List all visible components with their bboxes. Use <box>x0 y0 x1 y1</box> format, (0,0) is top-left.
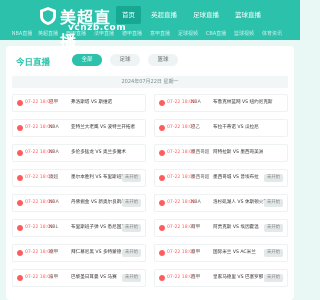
match-teams: 巴黎圣日耳曼 VS 马赛 <box>71 275 117 280</box>
match-league: 澳超 <box>49 175 59 180</box>
subnav-item[interactable]: 体育资讯 <box>258 28 286 40</box>
match-league: NBA <box>49 150 59 155</box>
match-teams: 弗洛斯塔 VS 斯维诺 <box>71 100 113 105</box>
match-league: 荷甲 <box>191 225 201 230</box>
match-teams: 洛杉矶湖人 VS 休斯顿火箭 <box>213 200 268 205</box>
match-teams: 拜仁慕尼黑 VS 多特蒙德 <box>71 250 122 255</box>
match-status-badge: 未开始 <box>121 174 141 182</box>
match-status-badge: 未开始 <box>263 174 283 182</box>
match-status-badge: 未开始 <box>121 274 141 282</box>
nav-epl-live[interactable]: 英超直播 <box>145 6 183 24</box>
match-teams: 皇家马德里 VS 巴塞罗那 <box>213 275 264 280</box>
match-teams: 布拉干蒂诺 VS 瓜拉尼 <box>213 125 259 130</box>
sub-nav: NBA直播 英超直播 西甲直播 法甲直播 德甲直播 意甲直播 足球视频 CBA直… <box>0 28 300 40</box>
live-dot-icon <box>17 125 23 131</box>
date-bar: 2024年07月22日 星期一 <box>12 76 288 88</box>
subnav-item[interactable]: 足球视频 <box>174 28 202 40</box>
match-league: 西甲 <box>191 275 201 280</box>
match-item[interactable]: 07-22 18:00 澳超 墨尔本胜利 VS 布里斯班狮吼 未开始 <box>12 169 146 187</box>
match-league: 法甲 <box>49 275 59 280</box>
match-status-badge: 未开始 <box>263 274 283 282</box>
match-status-badge: 未开始 <box>263 249 283 257</box>
match-item[interactable]: 07-22 18:00 NBA 多伦多猛龙 VS 奥兰多魔术 <box>12 144 146 162</box>
match-item[interactable]: 07-22 18:00 墨西哥超 墨西哥城 VS 普埃布拉 未开始 <box>154 169 288 187</box>
live-dot-icon <box>17 250 23 256</box>
live-dot-icon <box>159 125 165 131</box>
match-item[interactable]: 07-22 18:00 意甲 国际米兰 VS AC米兰 未开始 <box>154 244 288 262</box>
match-item[interactable]: 07-22 18:00 荷甲 阿贾克斯 VS 埃因霍温 未开始 <box>154 219 288 237</box>
match-item[interactable]: 07-22 18:00 NBA 布鲁克林篮网 VS 纽约尼克斯 <box>154 94 288 112</box>
match-item[interactable]: 07-22 18:00 西甲 皇家马德里 VS 巴塞罗那 未开始 <box>154 269 288 287</box>
match-teams: 布里斯班子弹 VS 悉尼国王 <box>71 225 126 230</box>
live-dot-icon <box>17 225 23 231</box>
subnav-item[interactable]: 英超直播 <box>34 28 62 40</box>
match-teams: 阿特拉斯 VS 墨西哥美洲 <box>213 150 264 155</box>
section-title: 今日直播 <box>16 58 51 68</box>
match-item[interactable]: 07-22 18:00 巴甲 弗洛斯塔 VS 斯维诺 <box>12 94 146 112</box>
match-league: 德甲 <box>49 250 59 255</box>
match-teams: 多伦多猛龙 VS 奥兰多魔术 <box>71 150 126 155</box>
match-league: NBA <box>191 100 201 105</box>
match-item[interactable]: 07-22 18:00 NBL 布里斯班子弹 VS 悉尼国王 未开始 <box>12 219 146 237</box>
match-item[interactable]: 07-22 18:00 德甲 拜仁慕尼黑 VS 多特蒙德 未开始 <box>12 244 146 262</box>
live-dot-icon <box>17 150 23 156</box>
live-dot-icon <box>159 225 165 231</box>
match-league: NBA <box>191 200 201 205</box>
match-status-badge: 未开始 <box>121 199 141 207</box>
match-teams: 墨西哥城 VS 普埃布拉 <box>213 175 259 180</box>
match-league: 巴乙 <box>191 125 201 130</box>
live-dot-icon <box>159 275 165 281</box>
match-teams: 阿贾克斯 VS 埃因霍温 <box>213 225 259 230</box>
subnav-item[interactable]: 德甲直播 <box>118 28 146 40</box>
match-teams: 布鲁克林篮网 VS 纽约尼克斯 <box>213 100 273 105</box>
live-dot-icon <box>159 100 165 106</box>
live-dot-icon <box>159 250 165 256</box>
match-teams: 丹佛掘金 VS 新奥尔良鹈鹕 <box>71 200 126 205</box>
match-teams: 亚特兰大老鹰 VS 波特兰开拓者 <box>71 125 136 130</box>
live-dot-icon <box>159 175 165 181</box>
match-status-badge: 未开始 <box>121 249 141 257</box>
match-item[interactable]: 07-22 18:00 巴乙 布拉干蒂诺 VS 瓜拉尼 <box>154 119 288 137</box>
subnav-item[interactable]: CBA直播 <box>202 28 230 40</box>
match-status-badge: 未开始 <box>263 224 283 232</box>
match-item[interactable]: 07-22 18:00 墨西哥超 阿特拉斯 VS 墨西哥美洲 <box>154 144 288 162</box>
today-live-card: 今日直播 全部 足球 篮球 2024年07月22日 星期一 07-22 18:0… <box>6 46 294 300</box>
match-league: 巴甲 <box>49 100 59 105</box>
match-item[interactable]: 07-22 18:00 法甲 巴黎圣日耳曼 VS 马赛 未开始 <box>12 269 146 287</box>
match-teams: 国际米兰 VS AC米兰 <box>213 250 256 255</box>
match-league: NBL <box>49 225 59 230</box>
filter-football-button[interactable]: 足球 <box>110 54 140 66</box>
subnav-item[interactable]: 意甲直播 <box>146 28 174 40</box>
filter-all-button[interactable]: 全部 <box>72 54 102 66</box>
match-league: NBA <box>49 125 59 130</box>
nav-basketball-live[interactable]: 篮球直播 <box>229 6 267 24</box>
live-dot-icon <box>159 200 165 206</box>
match-item[interactable]: 07-22 18:00 NBA 丹佛掘金 VS 新奥尔良鹈鹕 未开始 <box>12 194 146 212</box>
match-item[interactable]: 07-22 18:00 NBA 洛杉矶湖人 VS 休斯顿火箭 未开始 <box>154 194 288 212</box>
live-dot-icon <box>17 200 23 206</box>
subnav-item[interactable]: NBA直播 <box>10 28 34 40</box>
live-dot-icon <box>17 275 23 281</box>
match-league: 墨西哥超 <box>191 175 210 180</box>
filter-bar: 全部 足球 篮球 <box>72 54 178 66</box>
subnav-item[interactable]: 篮球视频 <box>230 28 258 40</box>
shield-logo-icon <box>40 7 56 25</box>
match-league: NBA <box>49 200 59 205</box>
match-league: 意甲 <box>191 250 201 255</box>
subnav-item[interactable]: 法甲直播 <box>90 28 118 40</box>
match-status-badge: 未开始 <box>263 199 283 207</box>
main-nav: 首页 英超直播 足球直播 篮球直播 <box>116 6 267 26</box>
nav-football-live[interactable]: 足球直播 <box>187 6 225 24</box>
match-league: 墨西哥超 <box>191 150 210 155</box>
live-dot-icon <box>17 175 23 181</box>
filter-basketball-button[interactable]: 篮球 <box>148 54 178 66</box>
subnav-item[interactable]: 西甲直播 <box>62 28 90 40</box>
live-dot-icon <box>159 150 165 156</box>
nav-home[interactable]: 首页 <box>116 6 141 24</box>
match-item[interactable]: 07-22 18:00 NBA 亚特兰大老鹰 VS 波特兰开拓者 <box>12 119 146 137</box>
live-dot-icon <box>17 100 23 106</box>
match-status-badge: 未开始 <box>121 224 141 232</box>
